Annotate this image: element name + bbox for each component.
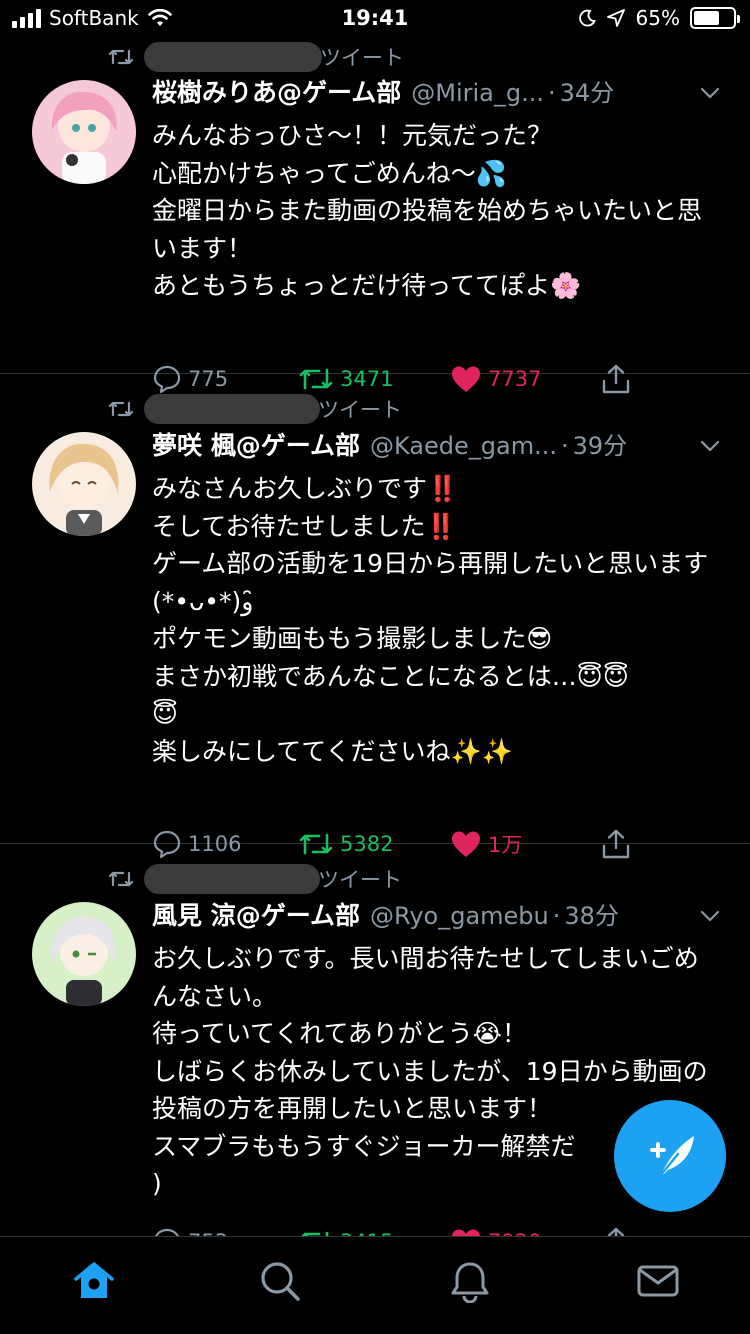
redacted-username [144, 394, 320, 424]
avatar[interactable] [32, 80, 136, 184]
notifications-icon [451, 1262, 489, 1304]
tweet-text: みなさんお久しぶりです‼️ そしてお待たせしました‼️ ゲーム部の活動を19日か… [152, 474, 709, 766]
timestamp[interactable]: 34分 [560, 73, 615, 108]
home-icon [74, 1262, 114, 1298]
tweet-actions: 753 3415 7920 [152, 1222, 642, 1236]
timestamp[interactable]: 39分 [573, 426, 628, 461]
chevron-down-icon[interactable] [698, 81, 722, 105]
compose-tweet-button[interactable] [614, 1100, 726, 1212]
share-button[interactable] [600, 1222, 632, 1236]
handle[interactable]: @Ryo_gamebu [370, 902, 549, 930]
silver-hair-avatar-icon [32, 902, 136, 1006]
avatar[interactable] [32, 902, 136, 1006]
retweet-small-icon [108, 401, 134, 417]
separator-dot: · [552, 902, 561, 930]
tab-home[interactable] [72, 1259, 116, 1303]
tab-bar [0, 1236, 750, 1334]
battery-percent: 65% [635, 6, 680, 30]
battery-level [694, 11, 719, 25]
timestamp[interactable]: 38分 [564, 896, 619, 931]
moon-icon [578, 9, 596, 27]
display-name[interactable]: 桜樹みりあ@ゲーム部 [152, 73, 401, 109]
share-icon [607, 1227, 625, 1236]
tab-notifications[interactable] [448, 1259, 492, 1304]
separator-dot: · [548, 79, 556, 107]
retweet-small-icon [108, 49, 134, 65]
retweet-button[interactable]: 3415 [298, 1222, 393, 1236]
retweet-context: ツイート [108, 392, 402, 426]
redacted-username [144, 864, 320, 894]
retweet-context-label: ツイート [318, 398, 402, 422]
timeline-feed[interactable]: ツイート 桜樹みりあ@ゲーム部 @Miria_g... · 34分 みんなおっひ… [0, 40, 750, 1236]
tab-messages[interactable] [636, 1259, 680, 1303]
reply-button[interactable]: 753 [152, 1222, 228, 1236]
retweet-icon [301, 1231, 329, 1236]
chevron-down-icon[interactable] [698, 434, 722, 458]
display-name[interactable]: 風見 涼@ゲーム部 [152, 896, 360, 932]
messages-icon [637, 1265, 679, 1297]
retweet-context: ツイート [108, 862, 402, 896]
redacted-username [144, 42, 322, 72]
location-icon [606, 9, 625, 27]
reply-icon [155, 1228, 179, 1236]
tab-search[interactable] [258, 1259, 302, 1303]
blonde-hair-avatar-icon [32, 432, 136, 536]
battery-icon [690, 7, 740, 29]
retweet-context-label: ツイート [320, 46, 404, 70]
separator-dot: · [560, 432, 569, 460]
pink-hair-avatar-icon [32, 80, 136, 184]
handle[interactable]: @Kaede_gam... [370, 432, 557, 460]
compose-tweet-icon [650, 1136, 694, 1178]
tweet[interactable]: ツイート 桜樹みりあ@ゲーム部 @Miria_g... · 34分 みんなおっひ… [0, 40, 750, 394]
tweet-text: みんなおっひさ〜！！元気だった？ 心配かけちゃってごめんね〜💦 金曜日からまた動… [152, 121, 703, 300]
display-name[interactable]: 夢咲 楓@ゲーム部 [152, 426, 360, 462]
retweet-context-label: ツイート [318, 868, 402, 892]
status-bar: SoftBank 19:41 65% [0, 0, 750, 40]
search-icon [261, 1262, 300, 1301]
heart-icon [452, 1229, 480, 1236]
like-button[interactable]: 7920 [450, 1222, 541, 1236]
chevron-down-icon[interactable] [698, 904, 722, 928]
tweet[interactable]: ツイート 夢咲 楓@ゲーム部 @Kaede_gam... · 39分 みなさんお… [0, 374, 750, 859]
retweet-context: ツイート [108, 40, 404, 74]
avatar[interactable] [32, 432, 136, 536]
handle[interactable]: @Miria_g... [411, 79, 544, 107]
retweet-small-icon [108, 871, 134, 887]
